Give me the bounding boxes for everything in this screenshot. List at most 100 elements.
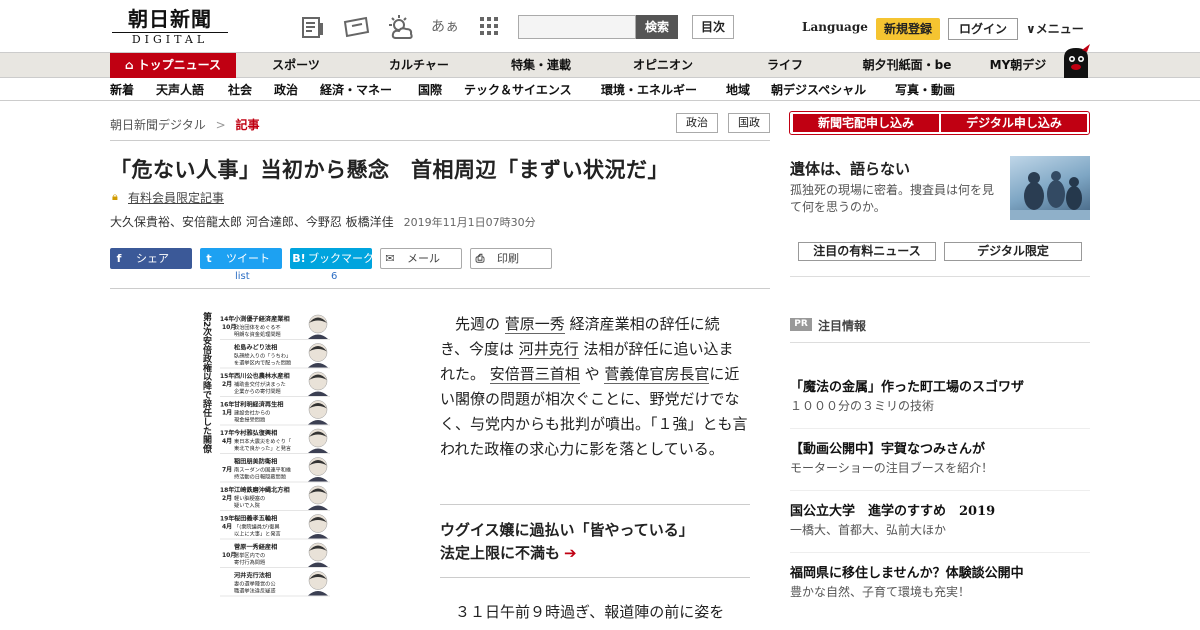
search-button[interactable]: 検索 xyxy=(636,15,678,39)
pr-item[interactable]: 国公立大学 進学のすすめ 2019 一橋大、首都大、弘前大ほか xyxy=(790,502,1090,540)
figure-minister-name: 今村雅弘復興相 xyxy=(233,429,277,437)
apply-digital-button[interactable]: デジタル申し込み xyxy=(941,114,1087,132)
mail-button[interactable]: ✉ メール xyxy=(380,248,462,269)
register-button[interactable]: 新規登録 xyxy=(876,18,940,40)
tweet-button[interactable]: t ツイート xyxy=(200,248,282,269)
figure-minister-desc: 選挙区内での xyxy=(234,551,265,559)
article-body-paragraph: ３１日午前９時過ぎ、報道陣の前に姿を xyxy=(440,600,750,625)
person-link-kawai[interactable]: 河井克行 xyxy=(518,340,579,359)
figure-minister-name: 甘利明経済再生相 xyxy=(234,401,284,409)
pr-item-title: 「魔法の金属」作った町工場のスゴワザ xyxy=(790,380,1025,395)
divider xyxy=(790,490,1090,491)
facebook-share-button[interactable]: f シェア xyxy=(110,248,192,269)
tag-politics[interactable]: 政治 xyxy=(676,113,718,133)
figure-row: 17年4月今村雅弘復興相東日本大震災をめぐり「東北で良かった」と発言 xyxy=(220,428,330,454)
pr-item[interactable]: 【動画公開中】宇賀なつみさんが モーターショーの注目ブースを紹介！ xyxy=(790,440,1090,478)
nav2-environment[interactable]: 環境・エネルギー xyxy=(601,79,697,101)
figure-row: 14年10月小渕優子経済産業相政治団体をめぐる不明朗な資金処理問題 xyxy=(220,314,330,340)
figure-row: 7月稲田朋美防衛相南スーダンの国連平和維持活動の日報隠蔽問題 xyxy=(220,457,330,483)
nav2-economy[interactable]: 経済・マネー xyxy=(320,79,392,101)
nav-tab-culture[interactable]: カルチャー xyxy=(372,53,466,78)
person-link-sugawara[interactable]: 菅原一秀 xyxy=(504,315,565,334)
weather-icon[interactable] xyxy=(386,14,413,40)
breadcrumb-current: 記事 xyxy=(235,118,260,132)
nav2-photo-video[interactable]: 写真・動画 xyxy=(895,79,955,101)
members-only-label[interactable]: 有料会員限定記事 xyxy=(128,189,224,206)
figure-minister-name: 菅原一秀経産相 xyxy=(234,543,277,551)
top-header: 朝日新聞 DIGITAL あぁ 検索 目次 Language 新規登録 ログイン… xyxy=(0,0,1200,52)
person-link-suga[interactable]: 菅義偉官房長官 xyxy=(604,365,710,384)
feature-title[interactable]: 遺体は、語らない xyxy=(790,158,910,179)
divider xyxy=(110,140,770,141)
pr-item-desc: １０００分の３ミリの技術 xyxy=(790,399,935,413)
search-input[interactable] xyxy=(518,15,636,39)
print-icon: ⎙ xyxy=(475,252,485,265)
nav2-international[interactable]: 国際 xyxy=(418,79,442,101)
nav2-politics[interactable]: 政治 xyxy=(274,79,298,101)
nav2-tech[interactable]: テック＆サイエンス xyxy=(464,79,572,101)
figure-minister-desc: 妻の選挙陣営の公 xyxy=(234,580,276,588)
figure-minister-desc: 補助金交付が決まった xyxy=(234,380,286,388)
mascot-icon[interactable] xyxy=(1060,44,1092,78)
pr-item[interactable]: 福岡県に移住しませんか？体験談公開中 豊かな自然、子育て環境も充実！ xyxy=(790,564,1090,602)
breadcrumb-home[interactable]: 朝日新聞デジタル xyxy=(110,118,206,132)
paid-news-button[interactable]: 注目の有料ニュース xyxy=(798,242,936,261)
tag-national-politics[interactable]: 国政 xyxy=(728,113,770,133)
lock-icon: 🔒︎ xyxy=(112,190,118,203)
facebook-icon: f xyxy=(116,252,122,265)
digital-only-button[interactable]: デジタル限定 xyxy=(944,242,1082,261)
apply-home-delivery-button[interactable]: 新聞宅配申し込み xyxy=(793,114,939,132)
site-logo[interactable]: 朝日新聞 DIGITAL xyxy=(112,8,228,48)
related-article-line: ウグイス嬢に過払い「皆やっている」 xyxy=(440,521,694,539)
figure-month: 4月 xyxy=(222,523,232,531)
nav-tab-my-asadigi[interactable]: MY朝デジ xyxy=(980,53,1056,78)
breadcrumb: 朝日新聞デジタル > 記事 xyxy=(110,116,260,133)
article-body-paragraph: 先週の 菅原一秀 経済産業相の辞任に続き、今度は 河井克行 法相が辞任に追い込ま… xyxy=(440,312,748,462)
nav-tab-features[interactable]: 特集・連載 xyxy=(494,53,588,78)
hatena-bookmark-button[interactable]: B! ブックマーク xyxy=(290,248,374,269)
menu-button[interactable]: ∨メニュー xyxy=(1026,20,1084,37)
person-link-abe[interactable]: 安倍晋三首相 xyxy=(489,365,580,384)
feature-thumbnail[interactable] xyxy=(1010,156,1090,220)
nav2-society[interactable]: 社会 xyxy=(228,79,252,101)
nav-tab-opinion[interactable]: オピニオン xyxy=(616,53,710,78)
toc-button[interactable]: 目次 xyxy=(692,15,734,39)
bookmark-label: ブックマーク xyxy=(308,252,374,265)
tweet-count[interactable]: list xyxy=(235,271,250,282)
body-text: 先週の xyxy=(455,315,501,333)
nav2-tenseijingo[interactable]: 天声人語 xyxy=(156,79,204,101)
resigned-ministers-figure[interactable]: 第2次安倍政権以降で辞任した閣僚 14年10月小渕優子経済産業相政治団体をめぐる… xyxy=(200,308,330,608)
nav-tab-sports[interactable]: スポーツ xyxy=(250,53,342,78)
figure-month: 7月 xyxy=(222,466,232,474)
pr-item[interactable]: 「魔法の金属」作った町工場のスゴワザ １０００分の３ミリの技術 xyxy=(790,378,1090,416)
nav-tab-top-news[interactable]: ⌂ トップニュース xyxy=(110,53,236,78)
primary-nav: ⌂ トップニュース スポーツ カルチャー 特集・連載 オピニオン ライフ 朝夕刊紙… xyxy=(0,52,1200,78)
pr-section-label: 注目情報 xyxy=(818,319,867,333)
figure-minister-name: 小渕優子経済産業相 xyxy=(233,315,290,323)
nav2-region[interactable]: 地域 xyxy=(726,79,750,101)
bookmark-scrap-icon[interactable] xyxy=(342,14,370,40)
figure-year: 18年 xyxy=(220,486,234,494)
print-button[interactable]: ⎙ 印刷 xyxy=(470,248,552,269)
figure-minister-desc: 企業からの寄付問題 xyxy=(234,387,281,395)
body-text: や xyxy=(584,365,600,383)
app-grid-icon[interactable] xyxy=(476,14,502,40)
related-article-link[interactable]: ウグイス嬢に過払い「皆やっている」 法定上限に不満も ➔ xyxy=(440,519,694,565)
login-button[interactable]: ログイン xyxy=(948,18,1018,40)
text-size-icon[interactable]: あぁ xyxy=(430,14,460,40)
divider xyxy=(110,288,770,289)
secondary-nav: 新着 天声人語 社会 政治 経済・マネー 国際 テック＆サイエンス 環境・エネル… xyxy=(0,79,1200,101)
figure-minister-desc: 「(衆院議員が)復興 xyxy=(234,523,280,531)
pr-item-desc: 一橋大、首都大、弘前大ほか xyxy=(790,523,947,537)
figure-minister-desc: 臥顔絵入りの「うちわ」 xyxy=(234,352,291,360)
nav-tab-newspaper[interactable]: 朝夕刊紙面・be xyxy=(854,53,960,78)
nav2-latest[interactable]: 新着 xyxy=(110,79,134,101)
author-names: 大久保貴裕、安倍龍太郎 河合達郎、今野忍 板橋洋佳 xyxy=(110,215,394,229)
figure-row: 19年4月桜田義孝五輪相「(衆院議員が)復興以上に大事」と発言 xyxy=(220,514,330,540)
figure-minister-name: 松島みどり法相 xyxy=(234,344,277,352)
nav2-special[interactable]: 朝デジスペシャル xyxy=(771,79,866,101)
nav-tab-life[interactable]: ライフ xyxy=(740,53,830,78)
paper-viewer-icon[interactable] xyxy=(300,14,326,40)
language-link[interactable]: Language xyxy=(802,20,868,34)
bookmark-count[interactable]: 6 xyxy=(331,271,337,282)
